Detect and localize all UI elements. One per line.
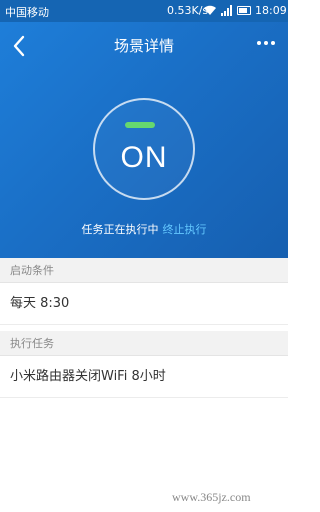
more-horizontal-icon [257, 41, 275, 45]
scene-state-label: ON [120, 141, 168, 174]
watermark: www.365jz.com [172, 490, 251, 504]
network-speed: 0.53K/s [167, 4, 209, 17]
scene-hero: 场景详情 ON 任务正在执行中 终止执行 [0, 22, 288, 258]
more-button[interactable] [252, 34, 280, 54]
execution-status: 任务正在执行中 终止执行 [0, 221, 288, 237]
stop-execution-link[interactable]: 终止执行 [163, 223, 207, 236]
carrier-name: 中国移动 [5, 6, 49, 19]
status-bar: 中国移动 0.53K/s 18:09 [0, 0, 288, 22]
task-section-header: 执行任务 [0, 331, 288, 356]
scene-active-indicator [125, 122, 155, 128]
clock-time: 18:09 [255, 4, 287, 17]
task-row[interactable]: 小米路由器关闭WiFi 8小时 [0, 356, 288, 398]
execution-status-text: 任务正在执行中 [81, 223, 159, 236]
trigger-section-header: 启动条件 [0, 258, 288, 283]
wifi-icon [203, 4, 217, 19]
battery-icon [237, 6, 251, 15]
signal-icon [221, 5, 233, 19]
trigger-row[interactable]: 每天 8:30 [0, 283, 288, 325]
page-title: 场景详情 [113, 37, 174, 55]
